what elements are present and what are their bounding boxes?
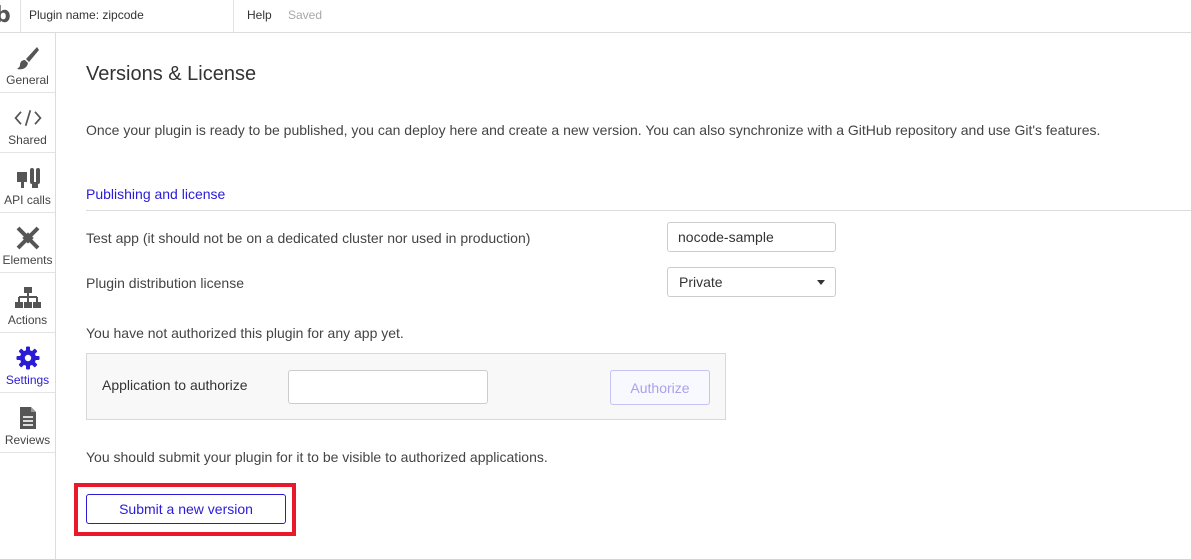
sidebar-item-label: Settings	[5, 373, 50, 387]
sidebar-item-label: Shared	[8, 133, 47, 147]
sidebar: General Shared API calls Elements Action…	[0, 33, 56, 559]
sidebar-item-settings[interactable]: Settings	[0, 333, 55, 393]
submit-hint-text: You should submit your plugin for it to …	[86, 449, 548, 465]
section-divider	[86, 210, 1191, 211]
top-bar: b Plugin name: zipcode Help Saved	[0, 0, 1191, 33]
not-authorized-text: You have not authorized this plugin for …	[86, 325, 404, 341]
sidebar-item-api-calls[interactable]: API calls	[0, 153, 55, 213]
sidebar-item-shared[interactable]: Shared	[0, 93, 55, 153]
sidebar-item-label: Reviews	[4, 433, 51, 447]
test-app-input[interactable]	[667, 222, 836, 252]
sidebar-item-label: General	[6, 73, 49, 87]
save-status: Saved	[288, 8, 323, 22]
plugin-name[interactable]: Plugin name: zipcode	[20, 0, 234, 32]
brush-icon	[14, 45, 42, 71]
sidebar-item-elements[interactable]: Elements	[0, 213, 55, 273]
authorize-label: Application to authorize	[102, 377, 248, 393]
app-logo[interactable]: b	[0, 4, 16, 28]
submit-new-version-button[interactable]: Submit a new version	[86, 494, 286, 524]
sidebar-item-general[interactable]: General	[0, 33, 55, 93]
sidebar-item-label: Actions	[7, 313, 48, 327]
sidebar-item-label: Elements	[2, 253, 53, 267]
test-app-label: Test app (it should not be on a dedicate…	[86, 230, 531, 246]
gear-icon	[14, 345, 42, 371]
intro-text: Once your plugin is ready to be publishe…	[86, 122, 1101, 138]
help-link[interactable]: Help	[247, 0, 272, 32]
sidebar-item-actions[interactable]: Actions	[0, 273, 55, 333]
page-title: Versions & License	[86, 63, 257, 85]
license-label: Plugin distribution license	[86, 275, 244, 291]
chevron-down-icon	[817, 280, 825, 285]
license-select[interactable]: Private	[667, 267, 836, 297]
document-icon	[14, 405, 42, 431]
sidebar-item-label: API calls	[4, 193, 51, 207]
elements-icon	[14, 225, 42, 251]
section-title-publishing: Publishing and license	[86, 186, 226, 202]
authorize-app-input[interactable]	[288, 370, 488, 404]
authorize-button[interactable]: Authorize	[610, 370, 710, 405]
sidebar-item-reviews[interactable]: Reviews	[0, 393, 55, 453]
sitemap-icon	[14, 285, 42, 311]
plug-icon	[14, 165, 42, 191]
authorize-panel: Application to authorize Authorize	[86, 353, 726, 420]
main-content: Versions & License Once your plugin is r…	[56, 33, 1191, 559]
license-select-value: Private	[679, 274, 723, 290]
code-icon	[14, 105, 42, 131]
